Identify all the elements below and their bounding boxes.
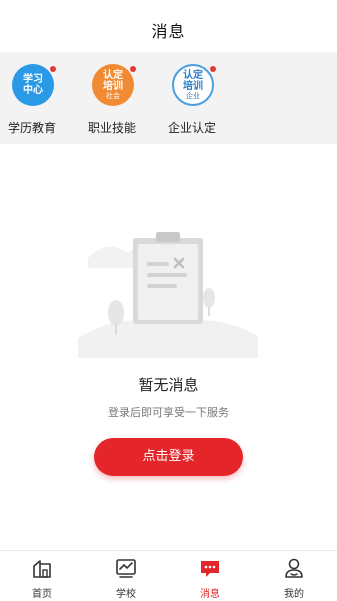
tab-home[interactable]: 首页	[0, 557, 84, 600]
tab-label: 消息	[200, 589, 220, 600]
category-education[interactable]: 学习 中心 学历教育	[8, 64, 94, 136]
tab-school[interactable]: 学校	[84, 557, 168, 600]
vocational-training-icon: 认定 培训 社会	[92, 64, 134, 106]
profile-icon	[285, 558, 303, 578]
category-bar: 学习 中心 学历教育 认定 培训 社会 职业技能 认定 培训 企业 企业认定	[0, 52, 337, 144]
badge-text-top: 认定	[183, 70, 203, 81]
badge-text-bottom: 培训	[183, 81, 203, 92]
tab-label: 我的	[284, 589, 304, 600]
enterprise-certification-icon: 认定 培训 企业	[172, 64, 214, 106]
page-title: 消息	[151, 22, 186, 41]
empty-clipboard-illustration	[78, 232, 258, 358]
empty-state-title: 暂无消息	[138, 376, 199, 394]
school-icon	[116, 559, 136, 578]
badge-text-bottom: 培训	[103, 81, 123, 92]
home-icon	[33, 560, 51, 578]
badge-text-top: 学习	[23, 74, 43, 85]
tab-profile[interactable]: 我的	[252, 557, 336, 600]
category-vocational[interactable]: 认定 培训 社会 职业技能	[88, 64, 174, 136]
badge-text-bottom: 中心	[23, 85, 43, 96]
empty-state-subtitle: 登录后即可享受一下服务	[108, 406, 229, 419]
unread-dot	[130, 66, 136, 72]
tab-label: 学校	[116, 589, 136, 600]
badge-text-sub: 企业	[186, 92, 200, 100]
category-label: 职业技能	[88, 121, 137, 135]
unread-dot	[210, 66, 216, 72]
tab-messages[interactable]: 消息	[168, 557, 252, 600]
bottom-tab-bar: 首页 学校 消息 我的	[0, 550, 337, 601]
category-label: 企业认定	[168, 121, 217, 135]
badge-text-top: 认定	[103, 70, 123, 81]
study-center-icon: 学习 中心	[12, 64, 54, 106]
message-icon	[201, 561, 219, 577]
badge-text-sub: 社会	[106, 92, 120, 100]
category-label: 学历教育	[8, 121, 57, 135]
tab-label: 首页	[32, 589, 52, 600]
login-button[interactable]: 点击登录	[94, 438, 243, 476]
category-enterprise[interactable]: 认定 培训 企业 企业认定	[168, 64, 254, 136]
unread-dot	[50, 66, 56, 72]
header: 消息	[0, 0, 337, 52]
